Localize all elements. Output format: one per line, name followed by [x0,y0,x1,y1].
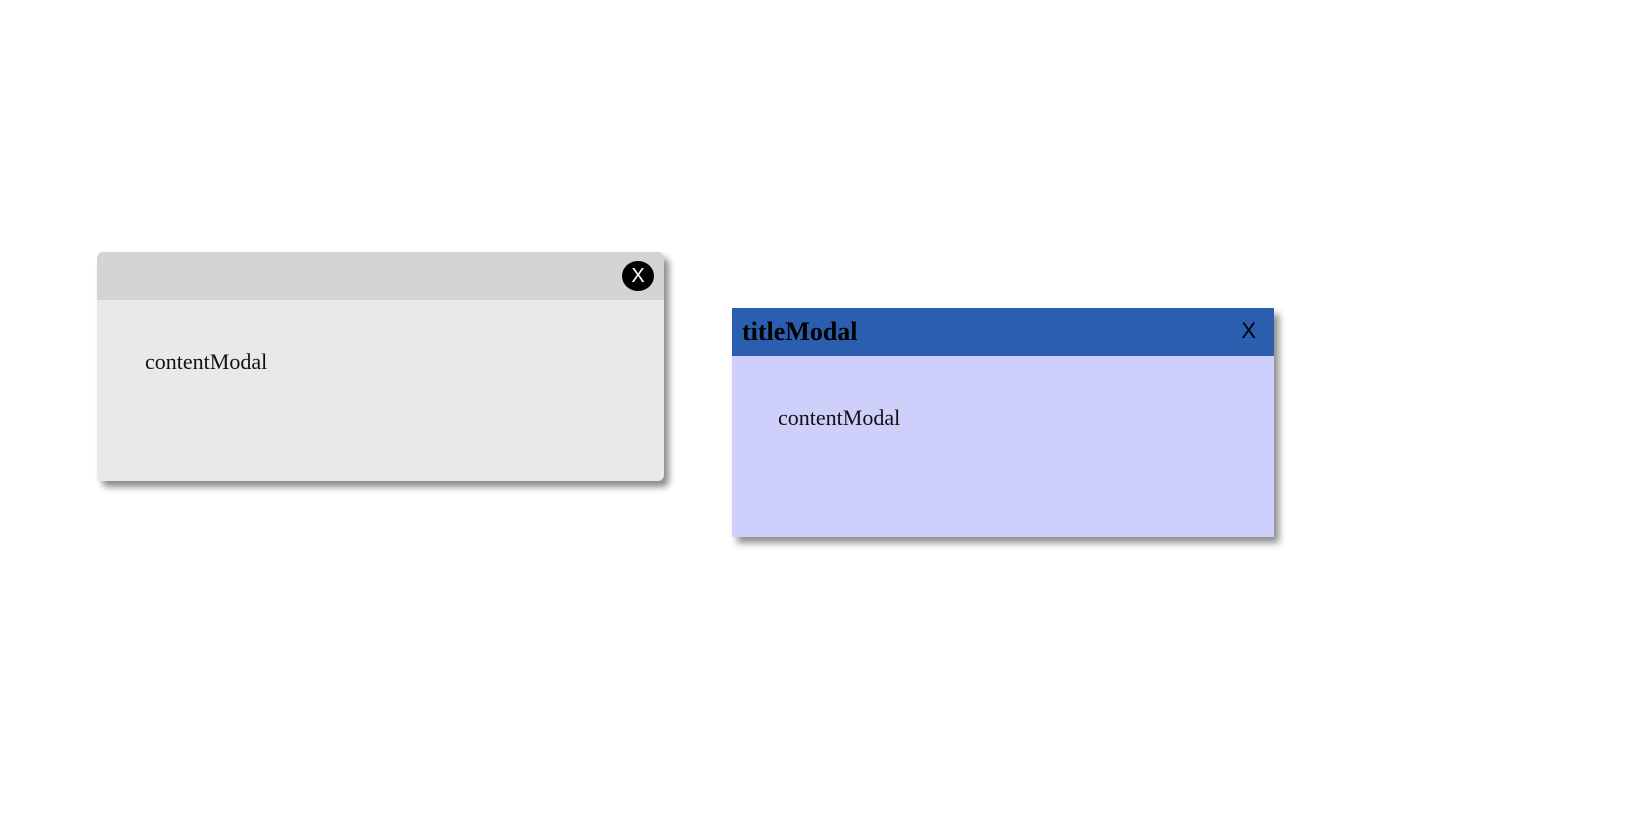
modal-titled: titleModal X contentModal [732,308,1274,537]
modal-header: X [97,252,664,300]
modal-default: X contentModal [97,252,664,481]
modal-header: titleModal X [732,308,1274,356]
modal-content: contentModal [778,405,901,430]
modal-content: contentModal [145,349,268,374]
close-button[interactable]: X [622,261,654,291]
close-button[interactable]: X [1241,318,1256,344]
modal-title: titleModal [742,317,858,346]
